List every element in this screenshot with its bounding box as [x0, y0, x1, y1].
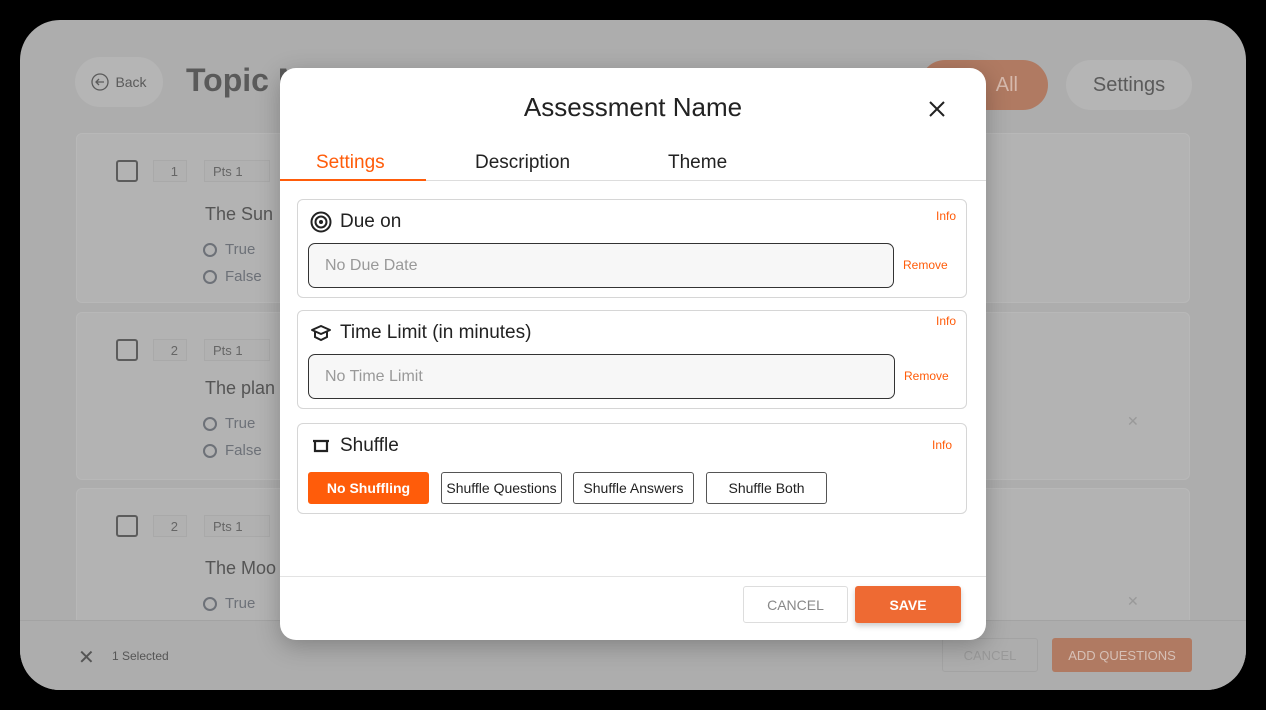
option-radio[interactable]: False: [203, 442, 262, 459]
due-on-section: Due on Info No Due Date Remove: [297, 199, 967, 298]
shuffle-info-link[interactable]: Info: [932, 438, 952, 452]
save-button[interactable]: SAVE: [855, 586, 961, 623]
question-text: The Sun: [205, 204, 274, 224]
option-label: True: [225, 241, 256, 258]
question-checkbox[interactable]: [116, 160, 138, 182]
header-accent-label: All: [995, 73, 1018, 96]
due-date-remove-link[interactable]: Remove: [903, 258, 948, 272]
add-questions-button[interactable]: ADD QUESTIONS: [1052, 638, 1192, 672]
delete-icon[interactable]: ✕: [1127, 413, 1139, 430]
option-label: False: [225, 442, 262, 459]
settings-button[interactable]: Settings: [1066, 60, 1192, 110]
option-radio[interactable]: False: [203, 268, 262, 285]
due-date-input[interactable]: No Due Date: [308, 243, 894, 288]
question-number: 1: [153, 160, 187, 182]
bottom-cancel-button[interactable]: CANCEL: [942, 638, 1038, 672]
question-text: The Moo: [205, 558, 277, 578]
question-points[interactable]: Pts 1: [204, 339, 270, 361]
question-number: 2: [153, 339, 187, 361]
back-label: Back: [115, 74, 147, 90]
option-label: True: [225, 415, 256, 432]
option-label: True: [225, 595, 256, 612]
settings-label: Settings: [1092, 73, 1166, 96]
option-radio[interactable]: True: [203, 241, 255, 258]
shuffle-header: Shuffle: [310, 435, 399, 457]
option-label: False: [225, 268, 262, 285]
option-radio[interactable]: True: [203, 415, 255, 432]
active-tab-indicator: [280, 179, 426, 181]
question-checkbox[interactable]: [116, 515, 138, 537]
modal-title: Assessment Name: [523, 92, 743, 122]
time-limit-label: Time Limit (in minutes): [340, 322, 532, 343]
back-button[interactable]: Back: [75, 57, 163, 107]
shuffle-questions-button[interactable]: Shuffle Questions: [441, 472, 562, 504]
option-radio[interactable]: True: [203, 595, 255, 612]
shuffle-section: Shuffle Info No Shuffling Shuffle Questi…: [297, 423, 967, 514]
assessment-settings-modal: Assessment Name Settings Description The…: [280, 68, 986, 640]
question-text: The plan: [205, 378, 276, 398]
time-limit-section: Time Limit (in minutes) Info No Time Lim…: [297, 310, 967, 409]
time-limit-info-link[interactable]: Info: [936, 314, 956, 328]
arrow-left-circle-icon: [91, 73, 110, 91]
shuffle-both-button[interactable]: Shuffle Both: [706, 472, 827, 504]
radio-icon: [203, 416, 217, 431]
due-on-label: Due on: [340, 211, 402, 232]
question-points[interactable]: Pts 1: [204, 160, 270, 182]
delete-icon[interactable]: ✕: [1127, 593, 1139, 610]
radio-icon: [203, 443, 217, 458]
radio-icon: [203, 596, 217, 611]
target-icon: [310, 211, 332, 233]
shuffle-answers-button[interactable]: Shuffle Answers: [573, 472, 694, 504]
shuffle-label: Shuffle: [340, 435, 399, 456]
question-checkbox[interactable]: [116, 339, 138, 361]
radio-icon: [203, 242, 217, 257]
graduation-cap-icon: [311, 325, 331, 342]
footer-divider: [280, 576, 986, 577]
cancel-button[interactable]: CANCEL: [743, 586, 848, 623]
close-icon[interactable]: [928, 100, 946, 118]
due-on-header: Due on: [310, 211, 401, 233]
time-limit-input[interactable]: No Time Limit: [308, 354, 895, 399]
radio-icon: [203, 269, 217, 284]
tray-icon: [313, 439, 329, 453]
time-limit-header: Time Limit (in minutes): [310, 322, 531, 344]
time-limit-remove-link[interactable]: Remove: [904, 369, 949, 383]
tab-description[interactable]: Description: [475, 152, 570, 174]
clear-selection-icon[interactable]: ✕: [78, 645, 95, 670]
selected-count: 1 Selected: [112, 649, 169, 663]
question-points[interactable]: Pts 1: [204, 515, 270, 537]
no-shuffling-button[interactable]: No Shuffling: [308, 472, 429, 504]
question-number: 2: [153, 515, 187, 537]
due-on-info-link[interactable]: Info: [936, 209, 956, 223]
tab-theme[interactable]: Theme: [668, 152, 727, 174]
tab-settings[interactable]: Settings: [316, 152, 385, 174]
